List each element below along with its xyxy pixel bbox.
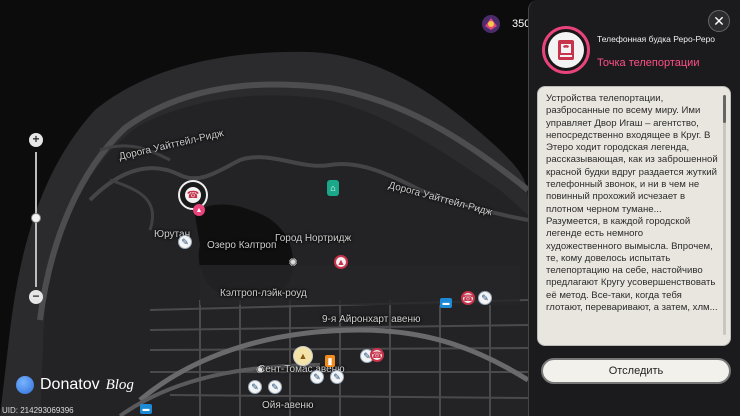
street-label-caltrop: Кэлтроп-лэйк-роуд — [220, 288, 307, 299]
track-button[interactable]: Отследить — [541, 358, 731, 384]
location-info-panel: ✕ Телефонная будка Реро-Реро Точка телеп… — [528, 0, 740, 416]
eye-icon[interactable]: ◉ — [253, 362, 267, 376]
phone-booth-marker-icon-2[interactable]: ☎ — [461, 291, 475, 305]
city-label: Город Нортридж — [275, 233, 352, 244]
phone-booth-marker-icon-3[interactable]: ☎ — [370, 348, 384, 362]
quest-marker-icon[interactable]: ⌂ — [327, 180, 339, 196]
poi-title: Телефонная будка Реро-Реро — [597, 34, 716, 44]
zoom-in-button[interactable]: + — [29, 133, 43, 147]
close-button[interactable]: ✕ — [708, 10, 730, 32]
close-icon: ✕ — [713, 12, 725, 29]
polychrome-icon — [482, 15, 500, 33]
scrollbar-thumb[interactable] — [723, 95, 726, 123]
blue-pin-icon-7[interactable]: ✎ — [268, 380, 282, 394]
watermark: Donatov Blog — [16, 376, 134, 394]
blue-pin-icon-6[interactable]: ✎ — [248, 380, 262, 394]
street-label-avenue9: 9-я Айронхарт авеню — [322, 314, 421, 325]
description-text: Устройства телепортации, разбросанные по… — [546, 93, 718, 314]
phone-booth-icon: ☎ — [185, 187, 201, 203]
description-box[interactable]: Устройства телепортации, разбросанные по… — [537, 86, 731, 346]
poi-subtitle: Точка телепортации — [597, 57, 700, 69]
watermark-brand: Donatov — [40, 376, 100, 393]
player-location-icon: ▲ — [193, 204, 205, 216]
shop-icon[interactable]: ▮ — [325, 355, 335, 367]
description-scrollbar[interactable] — [723, 95, 726, 335]
lake-label: Озеро Кэлтроп — [207, 240, 277, 251]
blue-pin-icon-3[interactable]: ✎ — [310, 370, 324, 384]
spiral-icon[interactable]: ✺ — [286, 255, 300, 269]
landmark-icon[interactable]: ▲ — [293, 346, 313, 366]
blue-pin-icon-2[interactable]: ✎ — [478, 291, 492, 305]
blue-pin-icon-4[interactable]: ✎ — [330, 370, 344, 384]
poi-icon-frame — [542, 26, 590, 74]
uid-label: UID: 214293069396 — [2, 406, 74, 415]
watermark-blog: Blog — [105, 376, 134, 393]
phone-booth-icon — [548, 32, 584, 68]
zoom-out-button[interactable]: − — [29, 290, 43, 304]
vehicle-icon[interactable]: ▬ — [440, 298, 452, 308]
donatov-logo-icon — [16, 376, 34, 394]
phone-booth-marker-icon[interactable]: ▲ — [334, 255, 348, 269]
vehicle-icon-2[interactable]: ▬ — [140, 404, 152, 414]
zoom-slider-knob[interactable] — [31, 213, 41, 223]
street-label-oya: Ойя-авеню — [262, 400, 314, 411]
currency-display: 350 — [480, 13, 530, 35]
blue-pin-icon[interactable]: ✎ — [178, 235, 192, 249]
